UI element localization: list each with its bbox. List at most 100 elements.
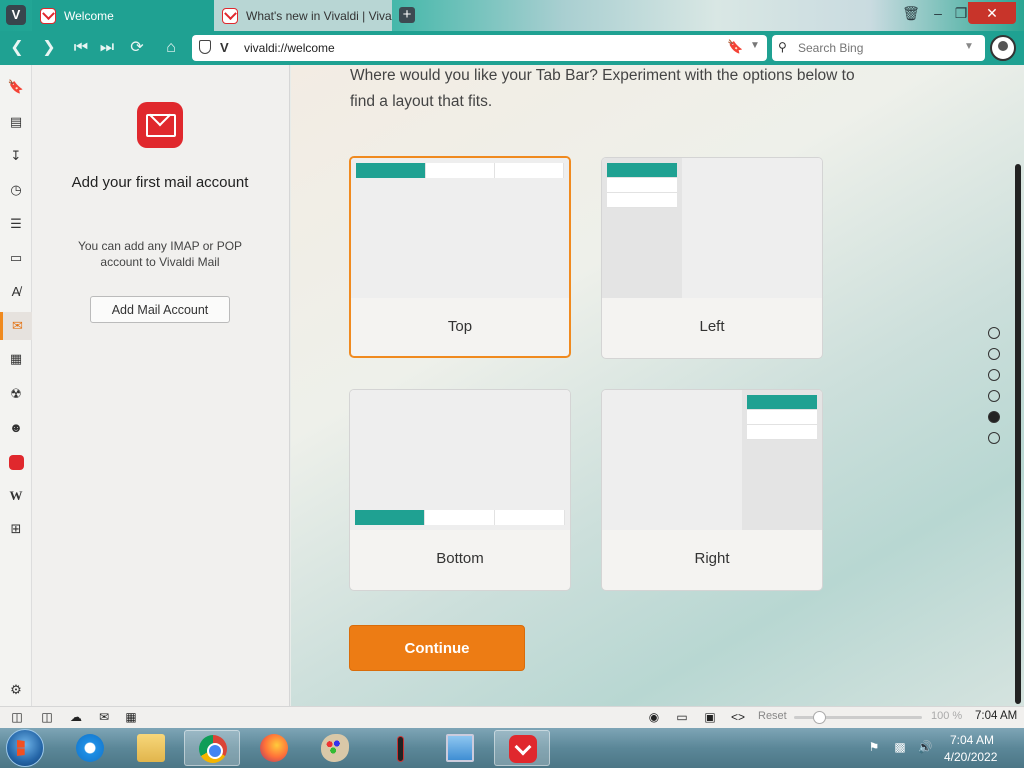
feed-icon[interactable]: ☢ (0, 380, 32, 408)
window-icon[interactable]: ▭ (0, 244, 32, 272)
vivaldi-icon[interactable] (0, 448, 32, 476)
vivaldi-menu-button[interactable]: V (6, 5, 26, 25)
mail-panel-title: Add your first mail account (71, 174, 249, 191)
bookmark-icon[interactable]: 🔖 (0, 73, 32, 101)
tab-position-top-option[interactable]: Top (349, 156, 571, 358)
tile-tabs-icon[interactable]: ◫ (38, 709, 56, 725)
capture-icon[interactable]: ◉ (645, 709, 663, 725)
option-label: Right (694, 550, 730, 567)
contacts-icon[interactable]: ☻ (0, 414, 32, 442)
wikipedia-icon[interactable]: W (0, 482, 32, 510)
action-center-icon[interactable]: ⚑ (866, 740, 882, 756)
fast-forward-icon[interactable]: ⏭ (96, 37, 118, 59)
intro-text: Where would you like your Tab Bar? Exper… (350, 67, 855, 110)
chevron-down-icon[interactable]: ▼ (750, 40, 760, 51)
bookmark-icon[interactable]: 🔖 (727, 39, 743, 55)
zoom-level: 100 % (931, 710, 963, 722)
home-icon[interactable]: ⌂ (160, 37, 182, 59)
add-mail-account-button[interactable]: Add Mail Account (90, 296, 230, 323)
panel-bar: 🔖 ▤ ↧ ◷ ☰ ▭ A̸ ✉ ▦ ☢ ☻ W ⊞ ⚙ (0, 65, 32, 706)
vivaldi-favicon-icon (40, 7, 56, 24)
step-dot[interactable] (988, 369, 1000, 381)
tab-position-left-option[interactable]: Left (601, 157, 823, 359)
rewind-icon[interactable]: ⏮ (70, 37, 92, 59)
calendar-status-icon[interactable]: ▦ (122, 709, 140, 725)
reload-icon[interactable]: ⟳ (126, 37, 148, 59)
translate-icon[interactable]: A̸ (0, 278, 32, 306)
new-tab-button[interactable]: + (399, 7, 415, 23)
network-icon[interactable]: ▩ (892, 740, 908, 756)
shield-icon[interactable] (199, 40, 211, 54)
notes-icon[interactable]: ☰ (0, 210, 32, 238)
scrollbar[interactable] (1015, 164, 1021, 704)
chrome-taskbar-icon[interactable] (184, 730, 240, 766)
tab-whats-new[interactable]: What's new in Vivaldi | Viva (214, 0, 392, 31)
windows-taskbar: ⚑ ▩ 🔊 7:04 AM 4/20/2022 (0, 728, 1024, 768)
image-toggle-icon[interactable]: ▣ (701, 709, 719, 725)
search-icon: ⚲ (778, 40, 787, 54)
profile-avatar[interactable] (990, 35, 1016, 61)
tiling-icon[interactable]: ▭ (673, 709, 691, 725)
option-label: Bottom (436, 550, 484, 567)
step-dot[interactable] (988, 348, 1000, 360)
reading-list-icon[interactable]: ▤ (0, 108, 32, 136)
address-field[interactable]: V vivaldi://welcome 🔖 ▼ (192, 35, 767, 61)
history-icon[interactable]: ◷ (0, 176, 32, 204)
layout-preview (351, 158, 569, 298)
zoom-slider-handle[interactable] (813, 711, 826, 724)
calendar-icon[interactable]: ▦ (0, 345, 32, 373)
step-dot-current[interactable] (988, 411, 1000, 423)
back-icon[interactable]: ❮ (6, 37, 28, 59)
windows-start-button[interactable] (6, 729, 44, 767)
page-actions-icon[interactable]: <> (729, 709, 747, 725)
layout-preview (350, 390, 570, 530)
taskbar-date[interactable]: 4/20/2022 (944, 750, 997, 764)
paint-taskbar-icon[interactable] (307, 730, 363, 766)
zoom-reset-button[interactable]: Reset (758, 710, 787, 722)
url-text[interactable]: vivaldi://welcome (244, 41, 335, 55)
tab-strip-preview (602, 158, 682, 298)
address-toolbar: ❮ ❯ ⏮ ⏭ ⟳ ⌂ V vivaldi://welcome 🔖 ▼ ⚲ ▼ (0, 31, 1024, 65)
layout-preview (602, 158, 822, 298)
volume-icon[interactable]: 🔊 (917, 740, 933, 756)
chevron-down-icon[interactable]: ▼ (964, 41, 974, 52)
mail-status-icon[interactable]: ✉ (95, 709, 113, 725)
forward-icon[interactable]: ❯ (38, 37, 60, 59)
status-clock: 7:04 AM (975, 710, 1018, 722)
option-label: Top (447, 318, 473, 335)
taskbar-time[interactable]: 7:04 AM (950, 733, 994, 747)
internet-explorer-taskbar-icon[interactable] (62, 730, 118, 766)
cloud-sync-icon[interactable]: ☁ (67, 709, 85, 725)
settings-icon[interactable]: ⚙ (0, 676, 32, 704)
mail-logo-icon (137, 102, 183, 148)
monitor-taskbar-icon[interactable] (432, 730, 488, 766)
tab-title: Welcome (64, 8, 114, 23)
tab-position-right-option[interactable]: Right (601, 389, 823, 591)
tab-strip-preview (356, 163, 564, 178)
tab-position-bottom-option[interactable]: Bottom (349, 389, 571, 591)
continue-button[interactable]: Continue (349, 625, 525, 671)
search-input[interactable] (798, 39, 958, 57)
vivaldi-badge-icon: V (220, 40, 229, 55)
tab-bar: V Welcome What's new in Vivaldi | Viva +… (0, 0, 1024, 31)
vivaldi-favicon-icon (222, 7, 238, 24)
tab-strip-preview (742, 390, 822, 530)
file-explorer-taskbar-icon[interactable] (123, 730, 179, 766)
firefox-taskbar-icon[interactable] (246, 730, 302, 766)
add-panel-icon[interactable]: ⊞ (0, 515, 32, 543)
step-dot[interactable] (988, 327, 1000, 339)
layout-preview (602, 390, 822, 530)
search-field[interactable]: ⚲ ▼ (772, 35, 985, 61)
stick-figure-taskbar-icon[interactable] (372, 730, 428, 766)
tab-welcome[interactable]: Welcome (32, 0, 214, 31)
step-dot[interactable] (988, 390, 1000, 402)
mail-icon[interactable]: ✉ (0, 312, 32, 340)
mail-panel: Add your first mail account You can add … (32, 65, 290, 706)
mail-panel-description: You can add any IMAP or POP account to V… (77, 239, 243, 269)
trash-icon[interactable]: 🗑 (897, 2, 925, 24)
step-dot[interactable] (988, 432, 1000, 444)
download-icon[interactable]: ↧ (0, 142, 32, 170)
vivaldi-taskbar-icon[interactable] (494, 730, 550, 766)
panel-toggle-icon[interactable]: ◫ (8, 709, 26, 725)
close-button[interactable]: ✕ (968, 2, 1016, 24)
